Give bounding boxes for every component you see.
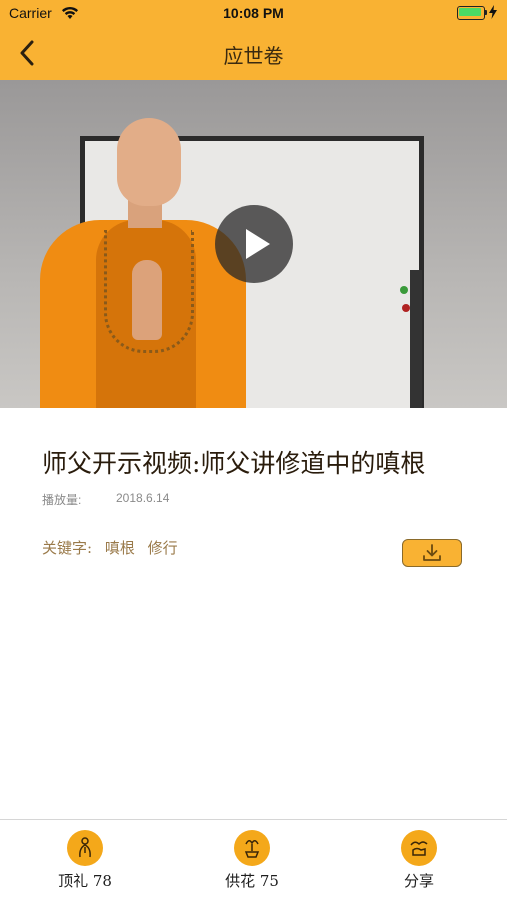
video-player[interactable] <box>0 80 507 408</box>
bottom-tab-bar: 顶礼 78 供花 75 分享 <box>0 819 507 901</box>
views-label: 播放量: <box>42 493 82 507</box>
battery-fill <box>459 8 481 16</box>
meta-row: 播放量: 2018.6.14 <box>42 491 169 508</box>
header: Carrier 10:08 PM 应世卷 <box>0 0 507 80</box>
share-icon <box>401 830 437 866</box>
tab-flower[interactable]: 供花 75 <box>192 830 312 891</box>
download-button[interactable] <box>402 539 462 567</box>
tab-bow[interactable]: 顶礼 78 <box>25 830 145 891</box>
keyword-tag[interactable]: 修行 <box>148 539 178 557</box>
publish-date: 2018.6.14 <box>116 491 170 505</box>
status-bar: Carrier 10:08 PM <box>0 0 507 28</box>
keywords-row: 关键字: 嗔根 修行 <box>42 537 186 558</box>
play-button[interactable] <box>215 205 293 283</box>
tab-bow-label: 顶礼 78 <box>58 872 112 890</box>
download-icon <box>423 544 441 561</box>
bow-icon <box>67 830 103 866</box>
play-icon <box>246 229 270 259</box>
tab-share-label: 分享 <box>403 872 434 890</box>
speaker-head <box>117 118 181 206</box>
video-title: 师父开示视频:师父讲修道中的嗔根 <box>42 449 426 478</box>
keywords-label: 关键字: <box>42 539 93 557</box>
battery-icon <box>457 5 497 20</box>
page-title: 应世卷 <box>223 44 284 68</box>
keyword-tag[interactable]: 嗔根 <box>105 539 135 557</box>
clock: 10:08 PM <box>223 5 284 21</box>
nav-bar: 应世卷 <box>0 28 507 80</box>
tab-share[interactable]: 分享 <box>359 830 479 891</box>
tab-flower-label: 供花 75 <box>225 872 279 890</box>
flower-icon <box>234 830 270 866</box>
